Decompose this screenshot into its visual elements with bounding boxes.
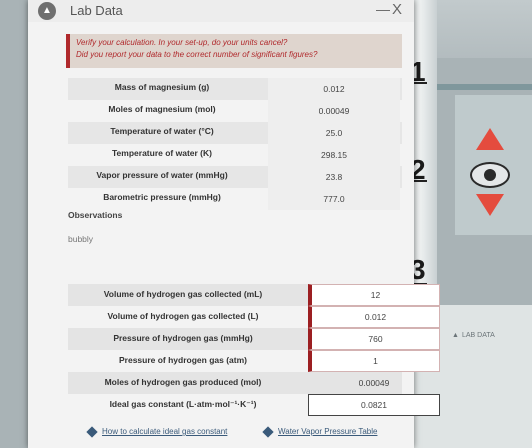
row-value: 777.0 — [268, 188, 400, 210]
window-title: Lab Data — [70, 3, 123, 18]
vapor-pressure-table-link[interactable]: Water Vapor Pressure Table — [262, 426, 378, 438]
calc-row-pressure-atm: Pressure of hydrogen gas (atm) 1 — [68, 350, 440, 372]
data-row-mass-mg: Mass of magnesium (g) 0.012 — [68, 78, 402, 100]
row-label: Pressure of hydrogen gas (atm) — [118, 355, 247, 365]
calc-row-volume-l: Volume of hydrogen gas collected (L) 0.0… — [68, 306, 440, 328]
arrow-up-icon[interactable] — [476, 128, 504, 150]
banner-line: Verify your calculation. In your set-up,… — [76, 38, 288, 47]
row-label: Ideal gas constant (L·atm·mol⁻¹·K⁻¹) — [109, 399, 257, 409]
calc-row-pressure-mmhg: Pressure of hydrogen gas (mmHg) 760 — [68, 328, 440, 350]
row-label: Moles of magnesium (mol) — [108, 104, 216, 114]
row-value: 25.0 — [268, 122, 400, 144]
lab-data-window: ▲ Lab Data — X Verify your calculation. … — [28, 0, 440, 448]
calc-row-moles-h2: Moles of hydrogen gas produced (mol) 0.0… — [68, 372, 402, 394]
flask-icon: ▲ — [452, 332, 459, 339]
ideal-gas-help-link[interactable]: How to calculate ideal gas constant — [86, 426, 228, 438]
banner-line: Did you report your data to the correct … — [76, 50, 318, 59]
volume-l-input[interactable]: 0.012 — [308, 306, 440, 328]
tag-icon — [86, 426, 98, 438]
row-value: 298.15 — [268, 144, 400, 166]
sim-tab-lab-data[interactable]: LAB DATA — [462, 332, 495, 339]
arrow-down-icon[interactable] — [476, 194, 504, 216]
link-label: Water Vapor Pressure Table — [278, 427, 378, 436]
calc-row-gas-constant: Ideal gas constant (L·atm·mol⁻¹·K⁻¹) 0.0… — [68, 394, 440, 416]
row-label: Volume of hydrogen gas collected (L) — [107, 311, 259, 321]
row-label: Temperature of water (°C) — [110, 126, 214, 136]
data-row-temp-c: Temperature of water (°C) 25.0 — [68, 122, 402, 144]
row-value: 0.00049 — [268, 100, 400, 122]
verification-banner: Verify your calculation. In your set-up,… — [66, 34, 402, 68]
minimize-button[interactable]: — — [376, 1, 390, 17]
view-level-control[interactable] — [470, 122, 510, 226]
link-label: How to calculate ideal gas constant — [102, 427, 228, 436]
eye-icon[interactable] — [470, 162, 510, 188]
row-label: Moles of hydrogen gas produced (mol) — [104, 377, 262, 387]
window-titlebar[interactable]: ▲ Lab Data — X — [28, 0, 414, 22]
flask-icon: ▲ — [38, 2, 56, 20]
observations-text: bubbly — [68, 234, 94, 244]
row-label: Pressure of hydrogen gas (mmHg) — [113, 333, 253, 343]
close-button[interactable]: X — [392, 1, 402, 18]
data-row-moles-mg: Moles of magnesium (mol) 0.00049 — [68, 100, 402, 122]
row-label: Mass of magnesium (g) — [114, 82, 210, 92]
pressure-mmhg-input[interactable]: 760 — [308, 328, 440, 350]
data-row-vapor-pressure: Vapor pressure of water (mmHg) 23.8 — [68, 166, 402, 188]
tag-icon — [262, 426, 274, 438]
row-label: Barometric pressure (mmHg) — [103, 192, 221, 202]
moles-h2-value: 0.00049 — [358, 378, 390, 388]
row-label: Temperature of water (K) — [112, 148, 212, 158]
volume-ml-input[interactable]: 12 — [308, 284, 440, 306]
data-row-temp-k: Temperature of water (K) 298.15 — [68, 144, 402, 166]
data-row-barometric: Barometric pressure (mmHg) 777.0 — [68, 188, 402, 210]
calc-row-volume-ml: Volume of hydrogen gas collected (mL) 12 — [68, 284, 440, 306]
row-label: Vapor pressure of water (mmHg) — [96, 170, 228, 180]
gas-constant-input[interactable]: 0.0821 — [308, 394, 440, 416]
pressure-atm-input[interactable]: 1 — [308, 350, 440, 372]
observations-title: Observations — [68, 210, 123, 220]
row-label: Volume of hydrogen gas collected (mL) — [103, 289, 263, 299]
row-value: 0.012 — [268, 78, 400, 100]
row-value: 23.8 — [268, 166, 400, 188]
